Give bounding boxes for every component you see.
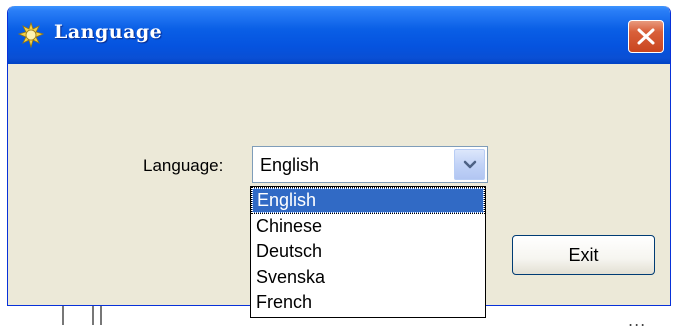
- chevron-down-icon: [463, 160, 477, 169]
- dropdown-option-french[interactable]: French: [252, 290, 484, 315]
- background-line: [92, 306, 94, 325]
- language-select-value: English: [260, 155, 320, 175]
- close-icon: [637, 28, 655, 45]
- dropdown-option-svenska[interactable]: Svenska: [252, 265, 484, 290]
- language-select[interactable]: English: [252, 146, 488, 183]
- exit-button[interactable]: Exit: [512, 235, 655, 275]
- dropdown-option-deutsch[interactable]: Deutsch: [252, 239, 484, 264]
- dropdown-option-english[interactable]: English: [251, 187, 485, 214]
- gear-sun-icon: [18, 22, 44, 48]
- dropdown-button[interactable]: [454, 149, 485, 180]
- window-title: Language: [54, 21, 163, 43]
- dropdown-option-chinese[interactable]: Chinese: [252, 214, 484, 239]
- background-line: [100, 306, 102, 325]
- language-label: Language:: [143, 156, 224, 175]
- background-line: [62, 306, 64, 325]
- title-bar[interactable]: Language: [8, 6, 670, 64]
- language-dropdown-list[interactable]: English Chinese Deutsch Svenska French: [250, 186, 486, 318]
- close-button[interactable]: [628, 20, 664, 53]
